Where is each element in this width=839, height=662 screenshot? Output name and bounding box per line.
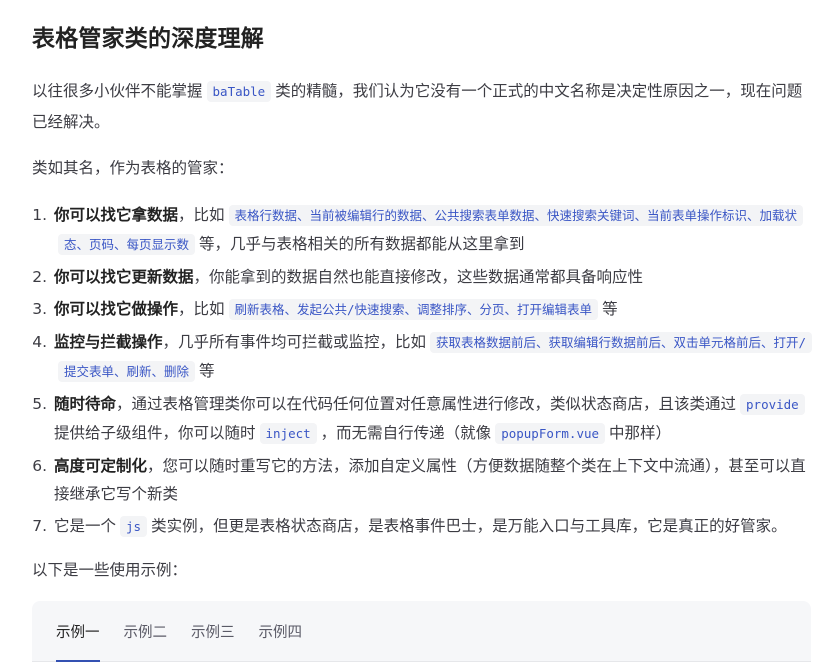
list-item: 它是一个js类实例，但更是表格状态商店，是表格事件巴士，是万能入口与工具库，它是… <box>52 512 811 541</box>
list-item: 你可以找它做操作，比如刷新表格、发起公共/快速搜索、调整排序、分页、打开编辑表单… <box>52 295 811 324</box>
examples-tabs-container: 示例一 示例二 示例三 示例四 <box>32 601 811 662</box>
examples-lead: 以下是一些使用示例： <box>32 561 188 579</box>
item-bold: 你可以找它做操作 <box>54 300 179 318</box>
page-title: 表格管家类的深度理解 <box>32 26 264 52</box>
item-text: 等，几乎与表格相关的所有数据都能从这里拿到 <box>199 235 525 253</box>
list-item: 高度可定制化，您可以随时重写它的方法，添加自定义属性（方便数据随整个类在上下文中… <box>52 452 811 508</box>
inline-code: 刷新表格、发起公共/快速搜索、调整排序、分页、打开编辑表单 <box>228 299 599 320</box>
item-text: ，通过表格管理类你可以在代码任何位置对任意属性进行修改，类似状态商店，且该类通过 <box>116 395 737 413</box>
tab-example-2[interactable]: 示例二 <box>124 601 168 661</box>
doc-page: 表格管家类的深度理解 以往很多小伙伴不能掌握 baTable 类的精髓，我们认为它没… <box>0 0 839 662</box>
intro-text-before: 以往很多小伙伴不能掌握 <box>32 82 203 100</box>
item-text: ，而无需自行传递（就像 <box>320 424 492 442</box>
list-item: 监控与拦截操作，几乎所有事件均可拦截或监控，比如获取表格数据前后、获取编辑行数据… <box>52 328 813 386</box>
item-bold: 高度可定制化 <box>54 457 148 475</box>
item-text: 类实例，但更是表格状态商店，是表格事件巴士，是万能入口与工具库，它是真正的好管家… <box>151 517 787 535</box>
item-bold: 你可以找它拿数据 <box>54 206 179 224</box>
item-text: 等 <box>199 362 215 380</box>
item-text: ，几乎所有事件均可拦截或监控，比如 <box>162 333 427 351</box>
inline-code-popupform: popupForm.vue <box>495 423 606 444</box>
list-item: 你可以找它更新数据，你能拿到的数据自然也能直接修改，这些数据通常都具备响应性 <box>52 263 811 291</box>
item-text: ，比如 <box>178 300 225 318</box>
tab-example-1[interactable]: 示例一 <box>56 601 100 662</box>
item-text: ，你能拿到的数据自然也能直接修改，这些数据通常都具备响应性 <box>193 268 644 286</box>
item-text: 它是一个 <box>54 517 117 535</box>
lead-paragraph: 类如其名，作为表格的管家： <box>32 159 234 177</box>
list-item: 随时待命，通过表格管理类你可以在代码任何位置对任意属性进行修改，类似状态商店，且… <box>52 390 811 448</box>
tab-example-4[interactable]: 示例四 <box>259 601 303 661</box>
inline-code-inject: inject <box>259 423 317 444</box>
item-text: ，比如 <box>178 206 225 224</box>
item-text: 中那样） <box>609 424 672 442</box>
feature-list: 你可以找它拿数据，比如表格行数据、当前被编辑行的数据、公共搜索表单数据、快速搜索… <box>32 201 813 541</box>
item-bold: 你可以找它更新数据 <box>54 268 194 286</box>
intro-paragraph: 以往很多小伙伴不能掌握 baTable 类的精髓，我们认为它没有一个正式的中文名称是… <box>32 76 811 137</box>
list-item: 你可以找它拿数据，比如表格行数据、当前被编辑行的数据、公共搜索表单数据、快速搜索… <box>52 201 811 259</box>
item-bold: 随时待命 <box>54 395 117 413</box>
item-text: ，您可以随时重写它的方法，添加自定义属性（方便数据随整个类在上下文中流通），甚至… <box>54 457 806 503</box>
item-bold: 监控与拦截操作 <box>54 333 163 351</box>
inline-code-batable: baTable <box>206 81 272 102</box>
inline-code-provide: provide <box>740 394 805 415</box>
tab-bar: 示例一 示例二 示例三 示例四 <box>32 601 811 662</box>
tab-example-3[interactable]: 示例三 <box>191 601 235 661</box>
inline-code-js: js <box>120 516 148 537</box>
item-text: 提供给子级组件，你可以随时 <box>54 424 256 442</box>
item-text: 等 <box>602 300 618 318</box>
